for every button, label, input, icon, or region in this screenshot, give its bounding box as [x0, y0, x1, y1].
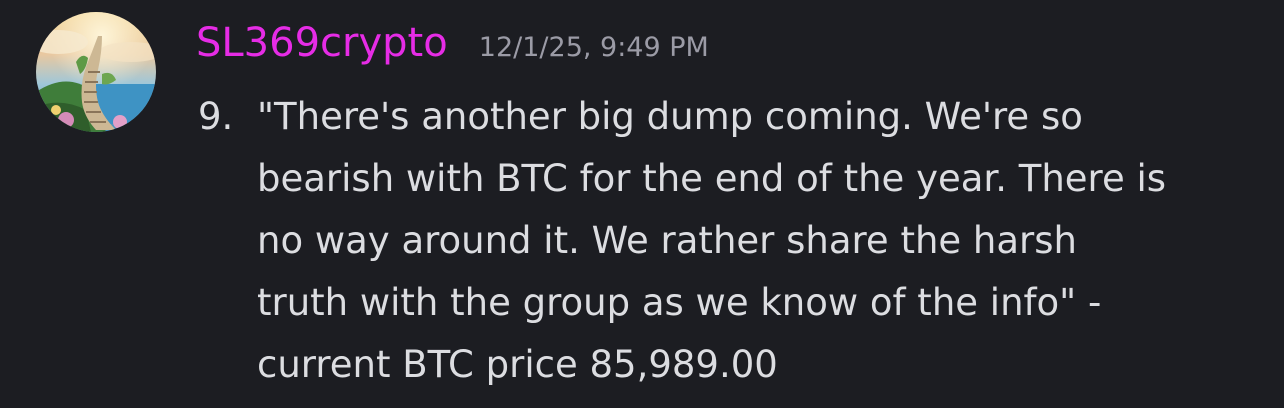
chat-message: SL369crypto 12/1/25, 9:49 PM 9. "There's… — [0, 0, 1284, 408]
message-header: SL369crypto 12/1/25, 9:49 PM — [196, 20, 709, 80]
list-marker: 9. — [198, 95, 234, 138]
message-line: truth with the group as we know of the i… — [257, 281, 1102, 324]
stairway-to-heaven-avatar-image — [36, 12, 156, 132]
message-body: "There's another big dump coming. We're … — [257, 86, 1267, 396]
message-line: "There's another big dump coming. We're … — [257, 95, 1083, 138]
message-line: current BTC price 85,989.00 — [257, 343, 778, 386]
message-line: no way around it. We rather share the ha… — [257, 219, 1077, 262]
message-line: bearish with BTC for the end of the year… — [257, 157, 1167, 200]
avatar[interactable] — [36, 12, 156, 132]
username[interactable]: SL369crypto — [196, 20, 448, 66]
timestamp: 12/1/25, 9:49 PM — [478, 32, 709, 63]
